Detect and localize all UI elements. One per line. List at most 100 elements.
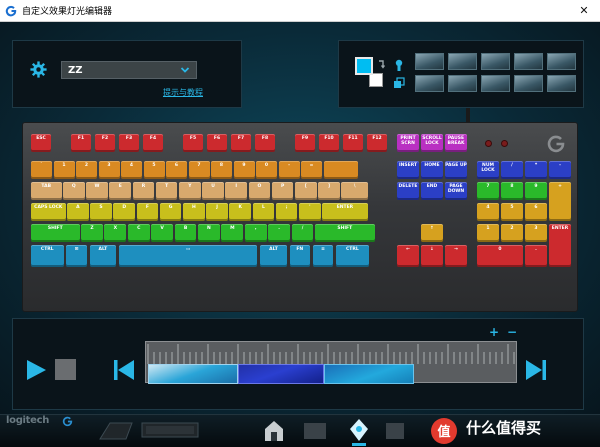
key-e[interactable]: E — [109, 182, 132, 200]
key-blank[interactable] — [323, 161, 358, 179]
key-ctrl[interactable]: CTRL — [336, 245, 369, 267]
key-page-down[interactable]: PAGE DOWN — [445, 182, 467, 200]
key-7[interactable]: 7 — [188, 161, 210, 179]
key-o[interactable]: O — [248, 182, 271, 200]
key-x[interactable]: X — [104, 224, 127, 242]
key-s[interactable]: S — [90, 203, 112, 221]
key-f1[interactable]: F1 — [71, 134, 91, 152]
key-enter[interactable]: ENTER — [322, 203, 368, 221]
key-v[interactable]: V — [151, 224, 174, 242]
key-8[interactable]: 8 — [211, 161, 232, 179]
lighting-icon[interactable] — [344, 417, 374, 443]
settings-icon[interactable] — [380, 417, 410, 443]
key-ctrl[interactable]: CTRL — [31, 245, 64, 267]
key-pause-break[interactable]: PAUSE BREAK — [445, 134, 467, 152]
key--[interactable]: , — [244, 224, 267, 242]
key-f4[interactable]: F4 — [143, 134, 163, 152]
key-6[interactable]: 6 — [525, 203, 547, 221]
pattern-thumb[interactable] — [514, 75, 543, 92]
skip-to-start-icon[interactable] — [113, 359, 135, 381]
key--[interactable]: * — [525, 161, 547, 179]
key--[interactable]: \ — [341, 182, 368, 200]
key--[interactable]: ≡ — [312, 245, 334, 267]
device-keyboard-icon[interactable] — [140, 417, 200, 443]
key-3[interactable]: 3 — [98, 161, 120, 179]
key-shift[interactable]: SHIFT — [315, 224, 375, 242]
key-alt[interactable]: ALT — [260, 245, 287, 267]
key-d[interactable]: D — [113, 203, 136, 221]
key-f[interactable]: F — [136, 203, 159, 221]
key-print-scrn[interactable]: PRINT SCRN — [397, 134, 419, 152]
key--[interactable]: [ — [295, 182, 317, 200]
key-f10[interactable]: F10 — [319, 134, 339, 152]
key-tab[interactable]: TAB — [31, 182, 62, 200]
pattern-thumb[interactable] — [448, 75, 477, 92]
key-m[interactable]: M — [221, 224, 244, 242]
key-enter[interactable]: ENTER — [549, 224, 571, 267]
key-alt[interactable]: ALT — [89, 245, 117, 267]
key-w[interactable]: W — [86, 182, 108, 200]
key-home[interactable]: HOME — [421, 161, 443, 179]
play-icon[interactable] — [25, 359, 47, 381]
secondary-color-swatch[interactable] — [369, 73, 383, 87]
key--[interactable]: ; — [275, 203, 298, 221]
key--[interactable]: ' — [299, 203, 321, 221]
pattern-thumb[interactable] — [481, 53, 510, 70]
key-c[interactable]: C — [127, 224, 150, 242]
key-caps-lock[interactable]: CAPS LOCK — [31, 203, 66, 221]
customize-keys-icon[interactable] — [300, 417, 330, 443]
key-r[interactable]: R — [132, 182, 155, 200]
key-5[interactable]: 5 — [501, 203, 523, 221]
key-f9[interactable]: F9 — [295, 134, 315, 152]
timeline-segment[interactable] — [148, 364, 238, 384]
key-page-up[interactable]: PAGE UP — [445, 161, 467, 179]
key-end[interactable]: END — [421, 182, 443, 200]
skip-to-end-icon[interactable] — [525, 359, 547, 381]
key--[interactable]: - — [549, 161, 571, 179]
key-l[interactable]: L — [252, 203, 275, 221]
key-b[interactable]: B — [174, 224, 197, 242]
key-u[interactable]: U — [202, 182, 224, 200]
timeline-segment[interactable] — [324, 364, 414, 384]
key--[interactable]: + — [549, 182, 571, 221]
key-f3[interactable]: F3 — [119, 134, 139, 152]
key-4[interactable]: 4 — [121, 161, 142, 179]
key-9[interactable]: 9 — [233, 161, 255, 179]
pattern-thumb[interactable] — [547, 53, 576, 70]
tips-tutorial-link[interactable]: 提示与教程 — [163, 87, 203, 98]
key--[interactable]: ` — [31, 161, 52, 179]
key-f8[interactable]: F8 — [255, 134, 275, 152]
profile-dropdown[interactable]: ZZ — [61, 61, 197, 79]
pattern-thumb[interactable] — [448, 53, 477, 70]
stop-icon[interactable] — [55, 359, 76, 380]
key--[interactable]: ] — [318, 182, 340, 200]
key-fn[interactable]: FN — [289, 245, 310, 267]
key--[interactable]: ← — [397, 245, 419, 267]
key-2[interactable]: 2 — [501, 224, 523, 242]
reset-color-icon[interactable] — [393, 77, 405, 89]
key-f7[interactable]: F7 — [231, 134, 251, 152]
key-1[interactable]: 1 — [477, 224, 499, 242]
key-z[interactable]: Z — [81, 224, 103, 242]
key-k[interactable]: K — [229, 203, 252, 221]
key-y[interactable]: Y — [179, 182, 201, 200]
key-g[interactable]: G — [159, 203, 182, 221]
key-scroll-lock[interactable]: SCROLL LOCK — [421, 134, 443, 152]
key--[interactable]: ↑ — [421, 224, 443, 242]
key-0[interactable]: 0 — [256, 161, 277, 179]
close-button[interactable]: ✕ — [568, 0, 600, 22]
pattern-thumb[interactable] — [547, 75, 576, 92]
key-0[interactable]: 0 — [477, 245, 523, 267]
key-delete[interactable]: DELETE — [397, 182, 419, 200]
key-h[interactable]: H — [183, 203, 205, 221]
key-5[interactable]: 5 — [143, 161, 165, 179]
key-f12[interactable]: F12 — [367, 134, 387, 152]
key-shift[interactable]: SHIFT — [31, 224, 80, 242]
key-1[interactable]: 1 — [53, 161, 75, 179]
pattern-thumb[interactable] — [415, 75, 444, 92]
color-picker-icon[interactable] — [394, 59, 404, 73]
timeline-track[interactable] — [145, 341, 517, 384]
key-t[interactable]: T — [155, 182, 178, 200]
device-keyboard-icon[interactable] — [96, 417, 136, 443]
key-f11[interactable]: F11 — [343, 134, 363, 152]
